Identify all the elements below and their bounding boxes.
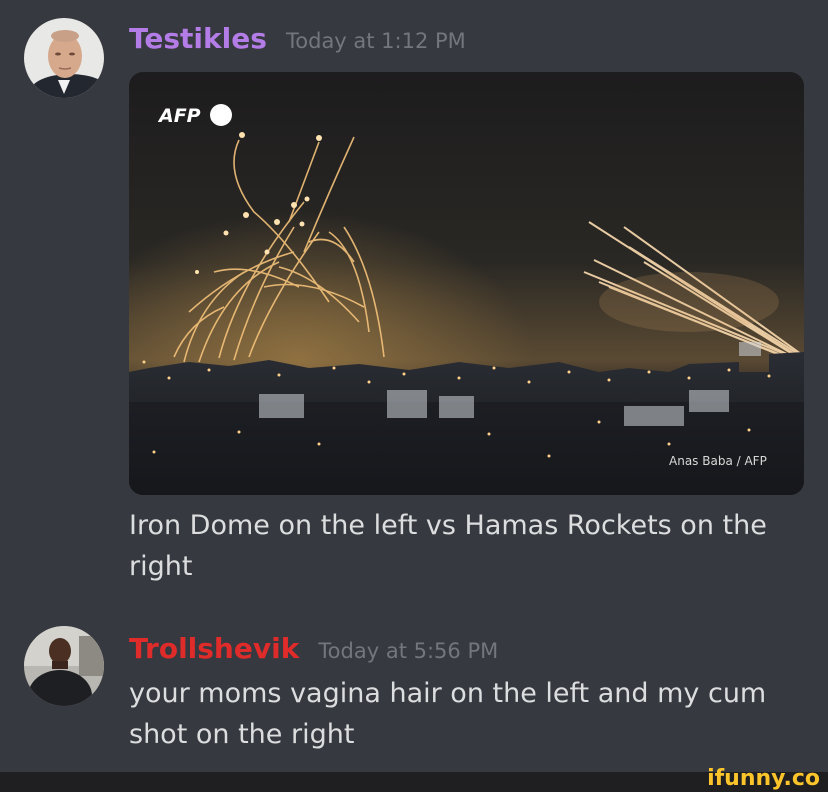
timestamp: Today at 1:12 PM: [286, 29, 466, 53]
timestamp: Today at 5:56 PM: [318, 639, 499, 663]
message-text: your moms vagina hair on the left and my…: [129, 678, 767, 750]
ifunny-watermark: ifunny.co: [707, 766, 820, 791]
watermark-bar: ifunny.co: [0, 766, 828, 792]
photo-credit: Anas Baba / AFP: [669, 454, 767, 468]
avatar[interactable]: [24, 626, 104, 706]
message-header: Trollshevik Today at 5:56 PM: [129, 632, 498, 665]
username[interactable]: Trollshevik: [129, 632, 299, 665]
chat-view: Testikles Today at 1:12 PM AFP Anas Baba…: [0, 0, 828, 772]
afp-logo: AFP: [157, 105, 201, 127]
image-attachment[interactable]: AFP Anas Baba / AFP: [129, 72, 804, 495]
afp-logo-dot: [210, 104, 232, 126]
message-header: Testikles Today at 1:12 PM: [129, 22, 466, 55]
avatar[interactable]: [24, 18, 104, 98]
message-text: Iron Dome on the left vs Hamas Rockets o…: [129, 510, 767, 582]
username[interactable]: Testikles: [129, 22, 267, 55]
